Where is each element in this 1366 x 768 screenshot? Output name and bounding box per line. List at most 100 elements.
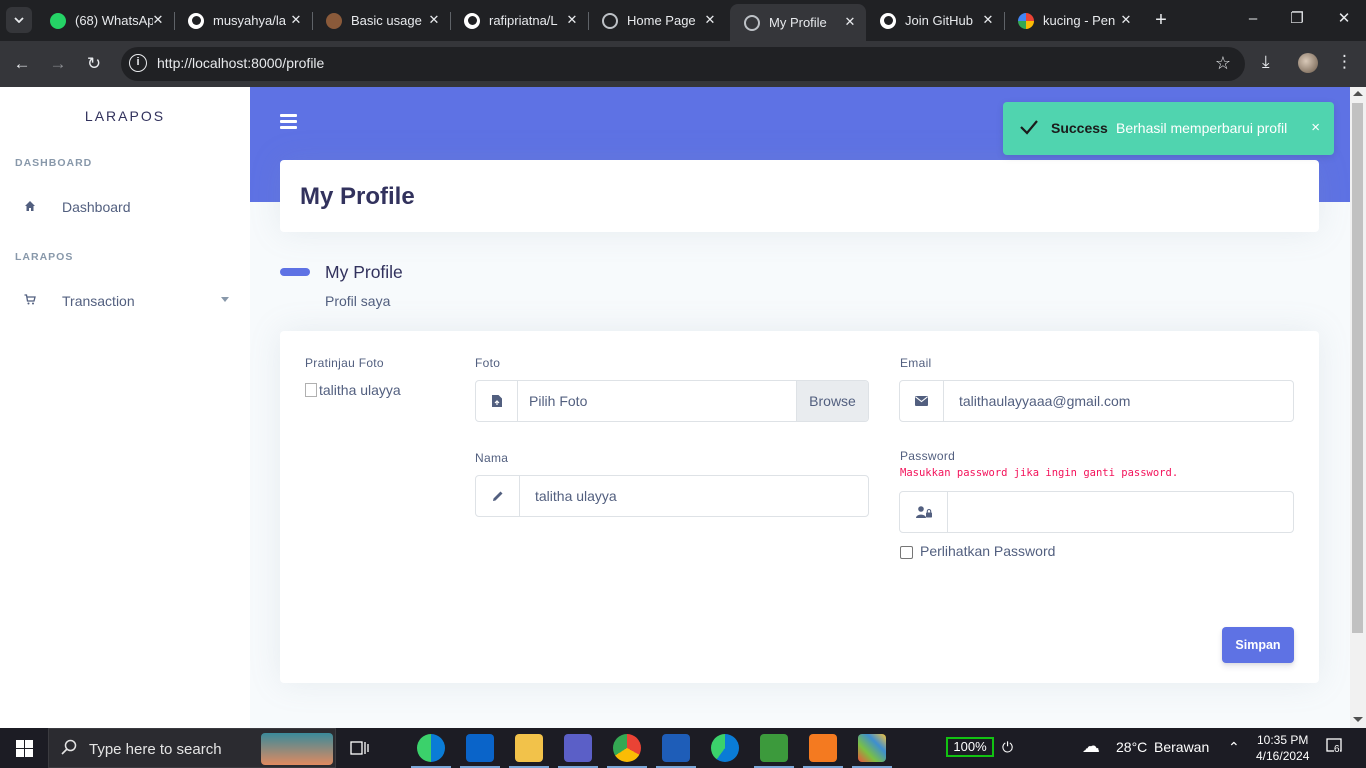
menu-kebab-icon[interactable]: ⋮ [1336,52,1353,72]
broken-image-icon [305,383,317,397]
page-scrollbar[interactable] [1350,87,1366,728]
whatsapp-icon [50,12,66,29]
globe-icon [602,12,618,29]
hamburger-menu-icon[interactable] [280,114,297,129]
tab-search-button[interactable] [6,7,32,33]
password-field[interactable] [899,491,1294,533]
envelope-icon [900,381,944,421]
windows-start-icon[interactable] [16,740,33,757]
sidebar-item-label: Dashboard [62,199,131,215]
file-icon [476,381,518,421]
clock[interactable]: 10:35 PM 4/16/2024 [1256,732,1309,764]
globe-icon [744,14,760,31]
tab-close-icon[interactable]: ✕ [980,12,996,28]
power-plug-icon: ⏻ [1002,739,1014,755]
chrome-icon[interactable] [607,734,647,768]
reload-button[interactable]: ↻ [82,52,106,76]
photo-preview: talitha ulayya [305,382,401,398]
scrollbar-thumb[interactable] [1352,103,1363,633]
preview-label: Pratinjau Foto [305,356,384,370]
scroll-down-arrow[interactable] [1353,717,1363,722]
weather-cloud-icon[interactable]: ☁ [1082,736,1100,757]
show-password-label[interactable]: Perlihatkan Password [920,543,1055,559]
sidebar-item-transaction[interactable]: Transaction [0,281,250,321]
notification-center-icon[interactable]: 6 [1326,738,1342,757]
back-button[interactable]: ← [10,52,34,76]
clock-time: 10:35 PM [1257,733,1309,747]
github-icon [188,12,204,29]
tab-basic-usage[interactable]: Basic usage ✕ [312,6,450,35]
scroll-up-arrow[interactable] [1353,91,1363,96]
tab-rafipriatna[interactable]: rafipriatna/L ✕ [450,6,588,35]
success-toast: Success Berhasil memperbarui profil × [1003,102,1334,155]
profile-avatar[interactable] [1298,53,1318,73]
nav-heading-dashboard: DASHBOARD [15,157,93,169]
taskbar-search[interactable]: Type here to search [48,728,336,768]
tab-musyahya[interactable]: musyahya/la ✕ [174,6,312,35]
battery-indicator[interactable]: 100% [946,737,994,757]
tab-join-github[interactable]: Join GitHub ✕ [866,6,1004,35]
sidebar-item-label: Transaction [62,293,135,309]
sidebar: LARAPOS DASHBOARD Dashboard LARAPOS Tran… [0,87,250,728]
tab-close-icon[interactable]: ✕ [702,12,718,28]
weather-temp[interactable]: 28°C [1116,739,1147,755]
tab-close-icon[interactable]: ✕ [564,12,580,28]
browser-tab-strip: (68) WhatsApp ✕ musyahya/la ✕ Basic usag… [0,0,1366,41]
tab-close-icon[interactable]: ✕ [288,12,304,28]
tab-my-profile[interactable]: My Profile ✕ [730,4,866,41]
restore-button[interactable]: ❐ [1286,8,1308,30]
outlook-icon[interactable] [460,734,500,768]
browse-button[interactable]: Browse [796,381,868,421]
brand-logo[interactable]: LARAPOS [0,108,250,124]
user-lock-icon [900,492,948,532]
close-window-button[interactable]: ✕ [1333,8,1355,30]
tab-close-icon[interactable]: ✕ [842,14,858,30]
sidebar-item-dashboard[interactable]: Dashboard [0,187,250,227]
name-value: talitha ulayya [535,488,617,504]
photo-label: Foto [475,356,501,370]
edge-dev-icon[interactable] [411,734,451,768]
section-subtitle: Profil saya [325,293,391,309]
tab-kucing[interactable]: kucing - Pen ✕ [1004,6,1142,35]
bookmark-star-icon[interactable]: ☆ [1215,53,1231,74]
show-password-checkbox[interactable] [900,546,913,559]
xampp-icon[interactable] [803,734,843,768]
search-icon [61,739,77,755]
page-title: My Profile [300,183,415,210]
tab-close-icon[interactable]: ✕ [150,12,166,28]
tab-close-icon[interactable]: ✕ [1118,12,1134,28]
notepad-plus-icon[interactable] [754,734,794,768]
address-bar[interactable]: i http://localhost:8000/profile ☆ [121,47,1245,81]
toast-close-icon[interactable]: × [1311,119,1320,136]
weather-text[interactable]: Berawan [1154,739,1209,755]
tray-chevron-icon[interactable]: ⌃ [1228,739,1240,756]
word-icon[interactable] [656,734,696,768]
minimize-button[interactable]: – [1242,8,1264,30]
edge-icon[interactable] [711,734,739,762]
task-view-icon[interactable] [348,736,372,760]
github-icon [464,12,480,29]
password-label: Password [900,449,956,463]
tab-close-icon[interactable]: ✕ [426,12,442,28]
photo-file-input[interactable]: Pilih Foto Browse [475,380,869,422]
tab-whatsapp[interactable]: (68) WhatsApp ✕ [36,6,174,35]
teams-icon[interactable] [558,734,598,768]
file-explorer-icon[interactable] [509,734,549,768]
new-tab-button[interactable]: + [1150,9,1172,31]
toast-message: Berhasil memperbarui profil [1116,120,1288,136]
download-icon[interactable]: ⤓ [1262,52,1270,72]
forward-button[interactable]: → [46,52,70,76]
save-button[interactable]: Simpan [1222,627,1294,663]
password-hint: Masukkan password jika ingin ganti passw… [900,467,1179,479]
tab-home-page[interactable]: Home Page ✕ [588,6,726,35]
name-field[interactable]: talitha ulayya [475,475,869,517]
git-kraken-icon[interactable] [852,734,892,768]
github-icon [880,12,896,29]
home-icon [24,200,38,214]
site-info-icon[interactable]: i [129,54,147,72]
page-viewport: LARAPOS DASHBOARD Dashboard LARAPOS Tran… [0,87,1366,728]
notification-count: 6 [1334,744,1340,755]
clock-date: 4/16/2024 [1256,749,1310,763]
search-highlight-image [261,733,333,765]
email-field[interactable]: talithaulayyaaa@gmail.com [899,380,1294,422]
